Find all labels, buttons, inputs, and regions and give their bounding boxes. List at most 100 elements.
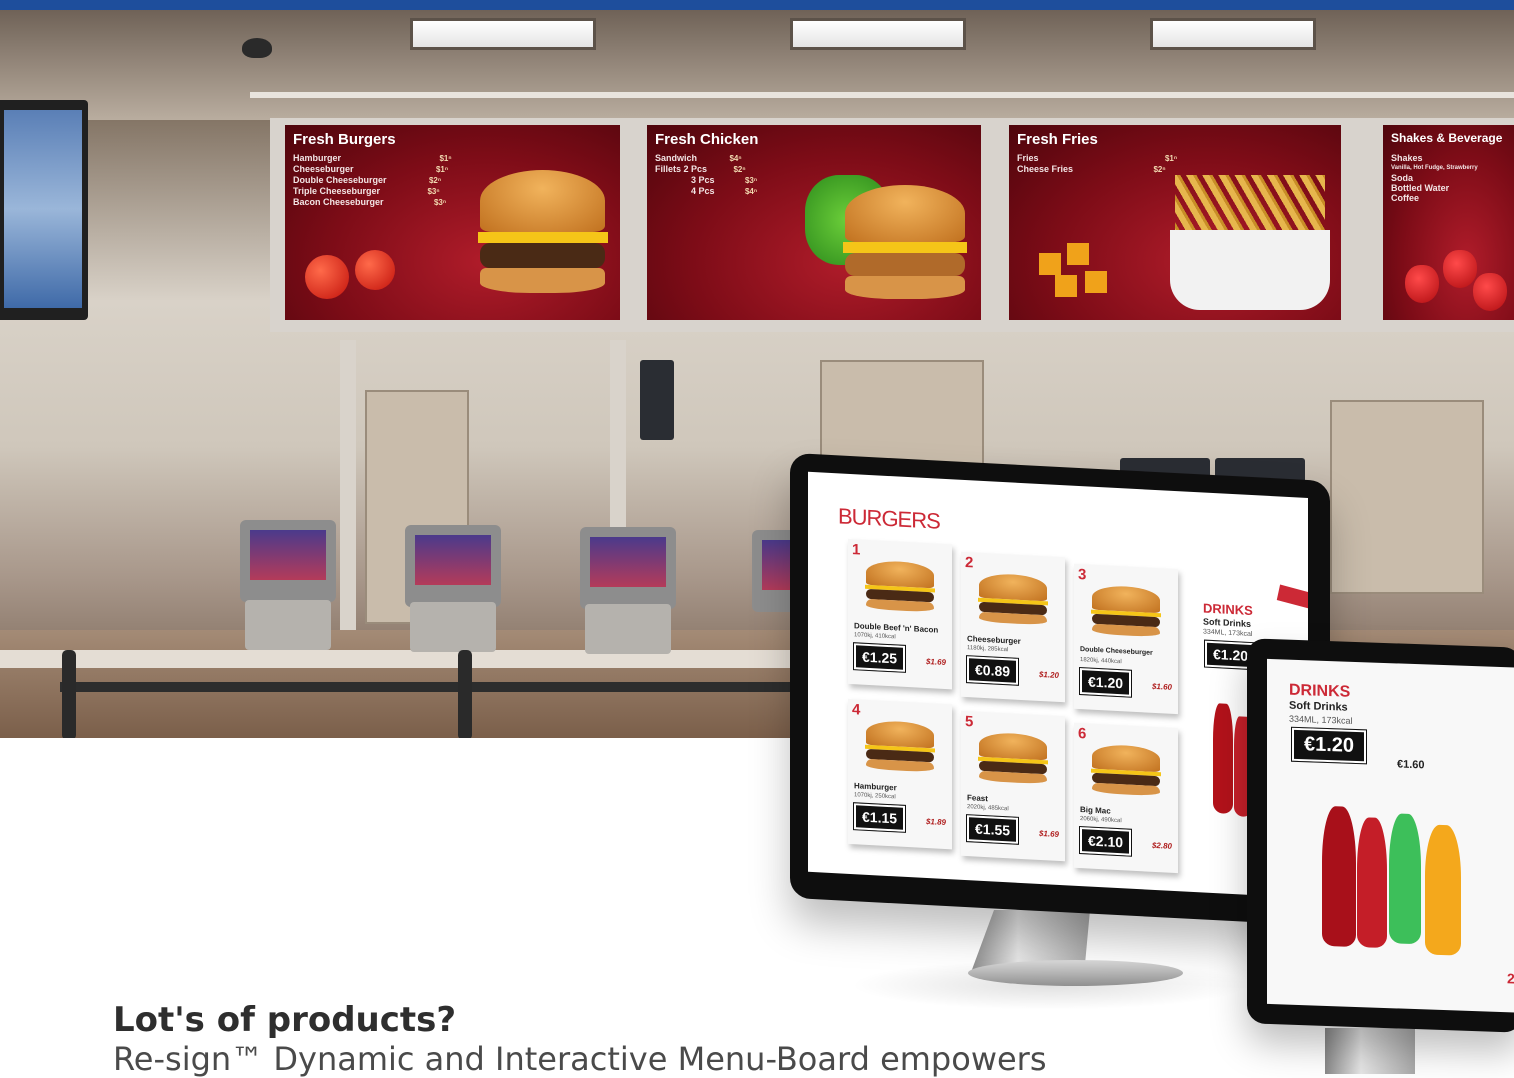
card-name: Cheeseburger xyxy=(967,634,1021,646)
card-alt-price: $1.60 xyxy=(1151,681,1172,692)
card-price: €1.55 xyxy=(965,814,1020,845)
monitor-stand-base xyxy=(968,960,1183,986)
ceiling-rail xyxy=(250,92,1514,98)
queue-post xyxy=(458,650,472,738)
burger-image xyxy=(1090,743,1162,804)
card-alt-price: $1.20 xyxy=(1038,669,1059,680)
headline: Lot's of products? xyxy=(113,1000,457,1040)
menu-card: 3 Double Cheeseburger 1820kj, 440kcal €1… xyxy=(1074,563,1178,715)
board-item: Shakes xyxy=(1391,153,1423,163)
digital-menu-screen: BURGERS 1 Double Beef 'n' Bacon 1070kj, … xyxy=(808,471,1308,898)
board-item: Double Cheeseburger $2ⁿ xyxy=(293,175,442,185)
pos-base xyxy=(585,604,671,654)
drinks-label: DRINKS xyxy=(1203,600,1253,619)
card-kcal: 2060kj, 490kcal xyxy=(1080,816,1122,825)
burger-image xyxy=(864,719,936,780)
card-kcal: 2020kj, 485kcal xyxy=(967,804,1009,813)
card-number: 6 xyxy=(1078,724,1087,743)
portrait-drinks-sub: Soft Drinks xyxy=(1289,699,1348,714)
portrait-menu-screen: DRINKS Soft Drinks 334ML, 173kcal €1.20 … xyxy=(1267,658,1514,1013)
board-item: 4 Pcs $4ⁿ xyxy=(691,186,758,196)
counter-top xyxy=(0,650,900,668)
board-item: Hamburger $1ⁿ xyxy=(293,153,452,163)
board-item: Vanilla, Hot Fudge, Strawberry xyxy=(1391,165,1478,171)
cola-bottle xyxy=(1357,817,1387,949)
card-alt-price: $2.80 xyxy=(1151,840,1172,851)
menu-board-beverages: Shakes & Beverage Shakes Vanilla, Hot Fu… xyxy=(1383,125,1514,320)
promo-ribbon xyxy=(1276,584,1308,611)
pos-base xyxy=(245,600,331,650)
pillar xyxy=(340,340,356,650)
card-price: €1.15 xyxy=(852,802,907,833)
card-alt-price: $1.89 xyxy=(925,816,946,828)
card-name: Double Cheeseburger xyxy=(1080,646,1153,657)
ceiling-light xyxy=(410,18,596,50)
portrait-monitor-stand xyxy=(1325,1028,1415,1074)
card-number: 2 xyxy=(965,554,974,572)
board-item: Soda xyxy=(1391,173,1414,183)
menu-board-chicken: Fresh Chicken Sandwich $4ⁿ Fillets 2 Pcs… xyxy=(647,125,981,320)
card-name: Hamburger xyxy=(854,781,897,793)
board-item: Cheeseburger $1ⁿ xyxy=(293,164,449,174)
board-title: Fresh Chicken xyxy=(655,131,759,148)
card-number: 5 xyxy=(965,713,974,731)
burger-image xyxy=(864,559,936,620)
kitchen-shelf xyxy=(1330,400,1484,594)
cola-bottle xyxy=(1322,805,1356,948)
board-item: Cheese Fries $2ⁿ xyxy=(1017,164,1166,174)
burger-image xyxy=(477,170,608,310)
board-item: Triple Cheeseburger $3ⁿ xyxy=(293,186,440,196)
portrait-drinks-alt-price: €1.60 xyxy=(1397,758,1425,772)
card-kcal: 1070kj, 410kcal xyxy=(854,632,896,641)
fries-bowl xyxy=(1170,230,1330,310)
burger-image xyxy=(1090,584,1162,645)
ceiling-light xyxy=(790,18,966,50)
menu-card: 6 Big Mac 2060kj, 490kcal €2.10 $2.80 xyxy=(1074,722,1178,874)
soda-bottle xyxy=(1213,703,1233,815)
orange-soda-bottle xyxy=(1425,824,1461,956)
kitchen-monitor xyxy=(640,360,674,440)
card-name: Big Mac xyxy=(1080,805,1111,816)
card-price: €1.20 xyxy=(1078,666,1133,698)
burger-image xyxy=(977,731,1049,792)
board-title: Fresh Burgers xyxy=(293,131,396,148)
card-price: €2.10 xyxy=(1078,825,1133,857)
pos-base xyxy=(410,602,496,652)
card-kcal: 1820kj, 440kcal xyxy=(1080,657,1122,666)
card-price: €1.25 xyxy=(852,642,907,673)
drinks-volume: 334ML, 173kcal xyxy=(1203,628,1253,639)
board-title: Shakes & Beverage xyxy=(1391,131,1503,145)
card-number: 4 xyxy=(852,701,861,719)
portrait-drinks-price: €1.20 xyxy=(1290,726,1368,765)
portrait-drinks-volume: 334ML, 173kcal xyxy=(1289,713,1353,726)
menu-card: 2 Cheeseburger 1180kj, 285kcal €0.89 $1.… xyxy=(961,551,1065,703)
queue-post xyxy=(62,650,76,738)
board-item: Fries $1ⁿ xyxy=(1017,153,1178,163)
card-kcal: 1070kj, 250kcal xyxy=(854,792,896,801)
card-kcal: 1180kj, 285kcal xyxy=(967,645,1009,654)
body-text: Re-sign™ Dynamic and Interactive Menu-Bo… xyxy=(113,1040,1047,1078)
menu-card: 4 Hamburger 1070kj, 250kcal €1.15 $1.89 xyxy=(848,698,952,850)
board-title: Fresh Fries xyxy=(1017,131,1098,148)
menu-card: 5 Feast 2020kj, 485kcal €1.55 $1.69 xyxy=(961,710,1065,862)
pos-terminal xyxy=(240,520,336,602)
card-alt-price: $1.69 xyxy=(1038,828,1059,839)
card-price: €0.89 xyxy=(965,655,1020,686)
board-item: Bottled Water xyxy=(1391,183,1450,193)
board-item: Bacon Cheeseburger $3ⁿ xyxy=(293,197,447,207)
digital-menu-title: BURGERS xyxy=(838,503,940,534)
lemon-soda-bottle xyxy=(1389,813,1421,945)
ceiling-light xyxy=(1150,18,1316,50)
pos-terminal xyxy=(580,527,676,609)
card-name: Feast xyxy=(967,793,988,804)
board-item: Coffee xyxy=(1391,193,1420,203)
menu-board-burgers: Fresh Burgers Hamburger $1ⁿ Cheeseburger… xyxy=(285,125,620,320)
board-item: Fillets 2 Pcs $2ⁿ xyxy=(655,164,746,174)
board-item: Sandwich $4ⁿ xyxy=(655,153,742,163)
board-item: 3 Pcs $3ⁿ xyxy=(691,175,758,185)
burger-image xyxy=(977,572,1049,633)
card-number: 1 xyxy=(852,541,861,559)
pos-terminal xyxy=(405,525,501,607)
card-alt-price: $1.69 xyxy=(925,656,946,668)
menu-card: 1 Double Beef 'n' Bacon 1070kj, 410kcal … xyxy=(848,538,952,690)
